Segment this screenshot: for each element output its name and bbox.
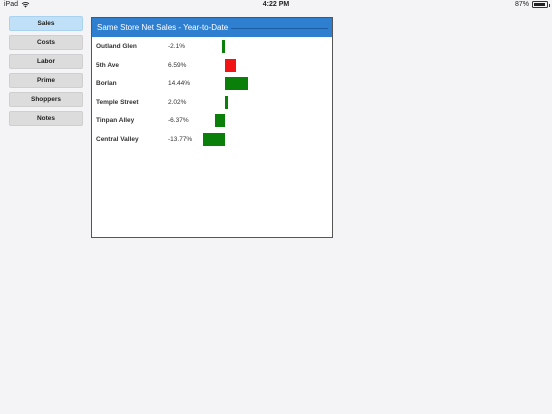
status-bar: iPad 4:22 PM 87% — [0, 0, 552, 11]
chart-bar — [225, 77, 249, 90]
chart-row: Outland Glen -2.1% — [92, 38, 332, 56]
store-value: 14.44% — [168, 80, 191, 87]
panel-title: Same Store Net Sales - Year-to-Date — [97, 23, 232, 32]
chart-bar — [202, 132, 225, 146]
store-name: Outland Glen — [96, 43, 137, 50]
store-value: -2.1% — [168, 43, 185, 50]
chart-bar — [225, 95, 229, 109]
panel-header: Same Store Net Sales - Year-to-Date — [92, 18, 332, 37]
chart-bar — [214, 114, 225, 127]
status-time: 4:22 PM — [262, 1, 290, 8]
store-name: 5th Ave — [96, 61, 119, 69]
store-value: -6.37% — [168, 117, 189, 124]
chart-bar — [221, 40, 225, 53]
sidebar-item-prime[interactable]: Prime — [9, 73, 83, 88]
sidebar-nav: Sales Costs Labor Prime Shoppers Notes — [9, 16, 83, 130]
store-value: -13.77% — [168, 135, 193, 143]
chart-bar — [225, 58, 236, 72]
store-value: 6.59% — [168, 61, 187, 69]
battery-icon — [532, 1, 550, 8]
sidebar-item-sales[interactable]: Sales — [9, 16, 83, 31]
chart-row: 5th Ave 6.59% — [92, 57, 332, 75]
sidebar-item-notes[interactable]: Notes — [9, 111, 83, 126]
battery-percent: 87% — [514, 1, 529, 8]
store-value: 2.02% — [168, 98, 187, 106]
sales-panel: Same Store Net Sales - Year-to-Date Outl… — [91, 17, 333, 238]
battery-level — [534, 3, 545, 6]
store-name: Temple Street — [96, 98, 139, 106]
chart-row: Temple Street 2.02% — [92, 94, 332, 112]
store-name: Borlan — [96, 80, 117, 87]
status-right: 87% — [514, 1, 550, 8]
store-name: Tinpan Alley — [96, 117, 135, 124]
chart-row: Central Valley -13.77% — [92, 131, 332, 149]
sidebar-item-shoppers[interactable]: Shoppers — [9, 92, 83, 107]
sidebar-item-labor[interactable]: Labor — [9, 54, 83, 69]
store-name: Central Valley — [96, 135, 139, 143]
sidebar-item-costs[interactable]: Costs — [9, 35, 83, 50]
chart-row: Borlan 14.44% — [92, 75, 332, 93]
chart-row: Tinpan Alley -6.37% — [92, 112, 332, 130]
